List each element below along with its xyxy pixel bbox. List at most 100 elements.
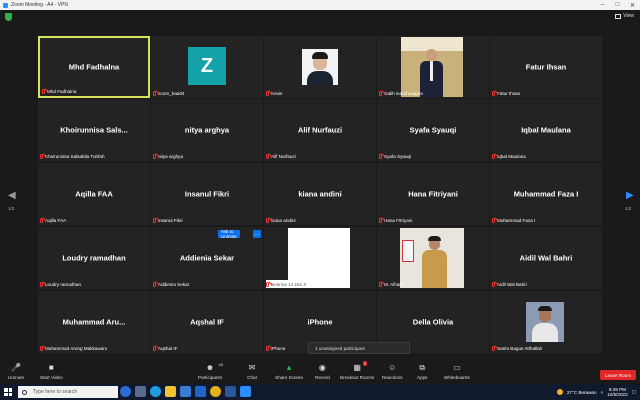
participant-tile[interactable]: kiana andini kiana andini [264, 163, 376, 225]
window-titlebar: Zoom Meeting - A4 - VPN – □ ✕ [0, 0, 640, 10]
weather-text[interactable]: 27°C Berawan [567, 390, 597, 395]
participant-tag: Muhammad Arung Makkawaru [45, 345, 108, 351]
participant-tile[interactable]: Muhammad Aru... Muhammad Arung Makkawaru [38, 291, 150, 353]
chrome-icon[interactable] [210, 386, 221, 397]
participant-tile[interactable]: Mhd Fadhalna Mhd Fadhalna [38, 36, 150, 98]
edge-icon[interactable] [150, 386, 161, 397]
unassigned-participant-notice[interactable]: 1 unassigned participant [308, 342, 410, 354]
participant-photo [400, 228, 464, 288]
unmute-button[interactable]: 🎤 Unmute [8, 363, 24, 380]
muted-mic-icon [153, 281, 156, 287]
reactions-button[interactable]: ☺ Reactions [382, 363, 402, 380]
leave-room-button[interactable]: Leave Room [600, 370, 636, 380]
meeting-toolbar: 🎤 Unmute ■ Start Video ☻ 45 Participants … [0, 360, 640, 384]
minimize-button[interactable]: – [595, 0, 610, 10]
start-video-button[interactable]: ■ Start Video [40, 363, 63, 380]
participant-name: kiana andini [298, 189, 342, 199]
participant-photo [302, 49, 338, 85]
next-page-arrow-icon[interactable]: ▶ [626, 190, 634, 201]
participant-tag: Khoirunnisa Salsabila Tuhfah [45, 153, 105, 159]
participants-icon: ☻ 45 [205, 362, 223, 372]
participant-name: Syafa Syauqi [409, 125, 457, 135]
muted-mic-icon [492, 345, 495, 351]
start-video-label: Start Video [40, 375, 63, 380]
participant-tile[interactable]: nitya arghya nitya arghya [151, 99, 263, 161]
participant-name: iPhone [307, 317, 333, 327]
muted-mic-icon [379, 90, 382, 96]
participant-tag: Addienia Sekar [158, 281, 190, 287]
muted-mic-icon [266, 281, 269, 287]
muted-mic-icon [379, 153, 382, 159]
participant-name: Aidil Wal Bahri [519, 253, 573, 263]
participant-tile[interactable]: Khoirunnisa Sals... Khoirunnisa Salsabil… [38, 99, 150, 161]
clock[interactable]: 6:49 PM 10/5/2022 [607, 387, 627, 398]
store-icon[interactable] [180, 386, 191, 397]
participants-label: Participants [198, 375, 223, 380]
whiteboards-button[interactable]: ▭ Whiteboards [444, 363, 470, 380]
chat-button[interactable]: ✉ Chat [247, 363, 257, 380]
breakout-rooms-button[interactable]: ▦ 1 Breakout Rooms [340, 361, 374, 380]
participants-count: 45 [218, 362, 223, 367]
participant-tile[interactable]: M. Alham [377, 227, 489, 289]
zoom-taskbar-icon[interactable] [240, 386, 251, 397]
participant-tile[interactable]: Galih indrahutagna [377, 36, 489, 98]
muted-mic-icon [40, 217, 43, 223]
share-screen-button[interactable]: ▲ Share Screen [275, 363, 303, 380]
notification-icon[interactable]: ▢ [632, 389, 636, 395]
participants-button[interactable]: ☻ 45 Participants [198, 362, 223, 380]
participant-tile[interactable]: Iqbal Maulana Iqbal Maulana [490, 99, 602, 161]
participant-tile[interactable]: Muhammad Faza I Muhammad Faza I [490, 163, 602, 225]
more-options-button[interactable]: ... [253, 230, 261, 238]
participant-tile[interactable]: Satrio Bagus Atthallah [490, 291, 602, 353]
windows-taskbar: Type here to search 27°C Berawan ˄ 6:49 … [0, 384, 640, 400]
participant-tile[interactable]: Kevin [264, 36, 376, 98]
file-explorer-icon[interactable] [165, 386, 176, 397]
participant-name: Alif Nurfauzi [297, 125, 343, 135]
shield-icon[interactable] [5, 13, 12, 21]
cortana-icon[interactable] [120, 386, 131, 397]
participant-tile[interactable]: Hana Fitriyani Hana Fitriyani [377, 163, 489, 225]
participant-name: nitya arghya [184, 125, 230, 135]
muted-mic-icon [492, 90, 495, 96]
tray-chevron-icon[interactable]: ˄ [601, 390, 604, 395]
record-label: Record [315, 375, 330, 380]
muted-mic-icon [40, 153, 43, 159]
avatar: Z [188, 47, 226, 85]
participant-tile[interactable]: Aqshal IF Aqshal IF [151, 291, 263, 353]
search-icon [22, 389, 27, 395]
taskbar-search-input[interactable]: Type here to search [18, 386, 118, 398]
maximize-button[interactable]: □ [610, 0, 625, 10]
ask-to-unmute-button[interactable]: Ask to Unmute [218, 229, 240, 239]
participant-tile[interactable]: Loudry ramadhan Loudry ramadhan [38, 227, 150, 289]
view-button[interactable]: View [615, 13, 634, 19]
record-button[interactable]: ◉ Record [315, 363, 330, 380]
participant-tag: Aidil Wal Bahri [497, 281, 527, 287]
muted-mic-icon [379, 281, 382, 287]
zoom-icon [3, 2, 8, 8]
word-icon[interactable] [225, 386, 236, 397]
muted-mic-icon [40, 281, 43, 287]
participant-tile[interactable]: Addienia Sekar Addienia Sekar [151, 227, 263, 289]
muted-mic-icon [492, 281, 495, 287]
reactions-icon: ☺ [388, 363, 397, 372]
participant-name: Loudry ramadhan [62, 253, 126, 263]
close-button[interactable]: ✕ [625, 0, 640, 10]
participant-tag: zoom_baa04 [158, 90, 185, 96]
participant-tag: iPhone [271, 345, 286, 351]
participant-tile[interactable]: Insanul Fikri insanul Fikri [151, 163, 263, 225]
participant-tile[interactable]: Z zoom_baa04 [151, 36, 263, 98]
previous-page-arrow-icon[interactable]: ◀ [8, 190, 16, 201]
video-off-icon: ■ [48, 363, 54, 372]
task-view-icon[interactable] [135, 386, 146, 397]
windows-start-icon[interactable] [4, 388, 12, 396]
participant-tile[interactable]: Nosrina 14 161 X [264, 227, 376, 289]
mail-icon[interactable] [195, 386, 206, 397]
participant-name: Muhammad Aru... [62, 317, 126, 327]
participant-tile[interactable]: Alif Nurfauzi Alif Nurfauzi [264, 99, 376, 161]
participant-tile[interactable]: Aqilla FAA Aqilla FAA [38, 163, 150, 225]
participant-tile[interactable]: Aidil Wal Bahri Aidil Wal Bahri [490, 227, 602, 289]
apps-button[interactable]: ⧉ Apps [417, 363, 427, 381]
participant-tag: insanul Fikri [158, 217, 183, 223]
participant-tile[interactable]: Fatur Ihsan Fatur Ihsan [490, 36, 602, 98]
participant-tile[interactable]: Syafa Syauqi Syafa Syauqi [377, 99, 489, 161]
